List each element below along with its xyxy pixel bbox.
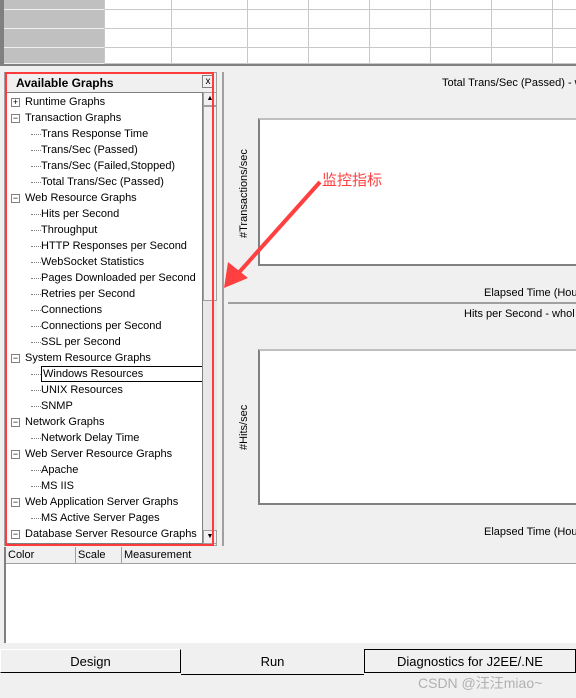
grid-cell[interactable] <box>309 10 370 29</box>
annotation-arrow-icon <box>224 180 322 288</box>
grid-cell[interactable] <box>370 0 431 10</box>
grid-cell[interactable] <box>431 0 492 10</box>
grid-cell[interactable] <box>431 48 492 64</box>
grid-cell[interactable] <box>105 0 172 10</box>
watermark: CSDN @汪汪miao~ <box>418 675 543 691</box>
grid-cell[interactable] <box>370 10 431 29</box>
grid-cell[interactable] <box>4 10 105 29</box>
tab-run[interactable]: Run <box>181 648 364 675</box>
column-header-measurement[interactable]: Measurement <box>122 547 576 564</box>
grid-cell[interactable] <box>492 29 553 48</box>
grid-cell[interactable] <box>553 10 576 29</box>
grid-cell[interactable] <box>248 29 309 48</box>
grid-cell[interactable] <box>105 10 172 29</box>
column-header-color[interactable]: Color <box>6 547 76 564</box>
grid-cell[interactable] <box>492 10 553 29</box>
grid-cell[interactable] <box>105 29 172 48</box>
chart-xlabel: Elapsed Time (Hour <box>484 287 576 299</box>
chart-xlabel: Elapsed Time (Hour <box>484 526 576 538</box>
grid-cell[interactable] <box>4 0 105 10</box>
grid-cell[interactable] <box>248 10 309 29</box>
grid-cell[interactable] <box>553 0 576 10</box>
grid-cell[interactable] <box>172 0 248 10</box>
grid-cell[interactable] <box>370 29 431 48</box>
highlight-box <box>5 72 214 546</box>
grid-cell[interactable] <box>172 10 248 29</box>
grid-cell[interactable] <box>248 0 309 10</box>
grid-cell[interactable] <box>492 0 553 10</box>
grid-cell[interactable] <box>172 29 248 48</box>
grid-cell[interactable] <box>370 48 431 64</box>
grid-cell[interactable] <box>431 10 492 29</box>
chart-title: Hits per Second - whol <box>464 308 575 320</box>
chart-ylabel: #Hits/sec <box>238 404 250 450</box>
grid-cell[interactable] <box>492 48 553 64</box>
grid-cell[interactable] <box>172 48 248 64</box>
grid-cell[interactable] <box>309 0 370 10</box>
scenario-grid <box>0 0 576 66</box>
grid-cell[interactable] <box>4 29 105 48</box>
grid-cell[interactable] <box>553 29 576 48</box>
tab-diagnostics[interactable]: Diagnostics for J2EE/.NE <box>364 649 576 673</box>
grid-cell[interactable] <box>4 48 105 64</box>
chart-divider[interactable] <box>228 302 576 304</box>
grid-cell[interactable] <box>248 48 309 64</box>
grid-cell[interactable] <box>309 29 370 48</box>
chart-title: Total Trans/Sec (Passed) - w <box>442 77 576 89</box>
annotation-text: 监控指标 <box>322 172 383 189</box>
graph-area: Total Trans/Sec (Passed) - w #Transactio… <box>222 72 576 546</box>
chart-plot[interactable] <box>258 349 576 505</box>
tab-design[interactable]: Design <box>0 649 181 673</box>
grid-cell[interactable] <box>553 48 576 64</box>
grid-cell[interactable] <box>431 29 492 48</box>
column-header-scale[interactable]: Scale <box>76 547 122 564</box>
grid-cell[interactable] <box>105 48 172 64</box>
grid-cell[interactable] <box>309 48 370 64</box>
legend-table: Color Scale Measurement <box>4 547 576 643</box>
